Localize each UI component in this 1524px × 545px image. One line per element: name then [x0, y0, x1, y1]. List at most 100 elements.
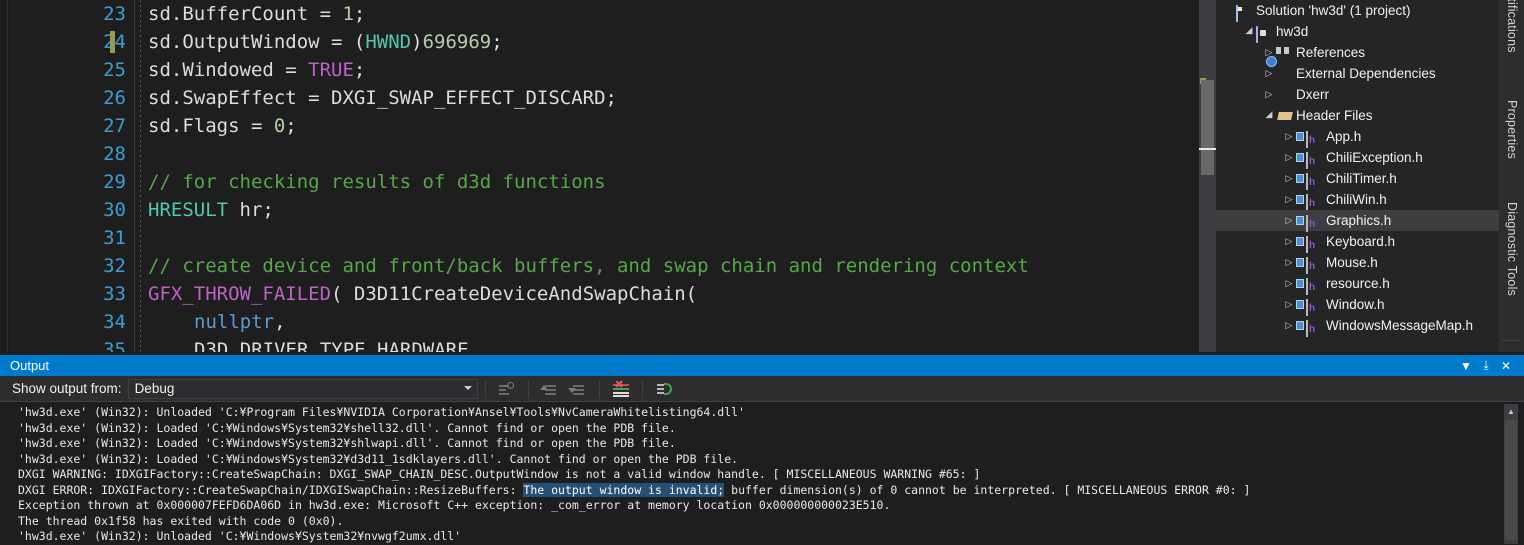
- line-number: 32: [103, 255, 126, 277]
- code-editor[interactable]: 23 24 25 26 27 28 29 30 31 32 33 34 35 sd.BufferCoun…: [0, 0, 1216, 352]
- source-control-icon: [1296, 321, 1304, 330]
- code-line[interactable]: sd.OutputWindow = (HWND)696969;: [140, 28, 1216, 56]
- solution-explorer-item[interactable]: ChiliException.h: [1216, 147, 1499, 169]
- solution-icon: [1236, 3, 1252, 22]
- solution-explorer-item[interactable]: WindowsMessageMap.h: [1216, 315, 1499, 337]
- chevron-right-icon[interactable]: [1282, 147, 1296, 168]
- output-text-segment: 'hw3d.exe' (Win32): Loaded 'C:¥Windows¥S…: [18, 436, 676, 450]
- solution-explorer-item[interactable]: Mouse.h: [1216, 252, 1499, 274]
- output-line[interactable]: 'hw3d.exe' (Win32): Unloaded 'C:¥Program…: [18, 405, 1498, 421]
- code-line[interactable]: nullptr,: [140, 308, 1216, 336]
- code-line[interactable]: [140, 140, 1216, 168]
- code-line[interactable]: sd.Windowed = TRUE;: [140, 56, 1216, 84]
- chevron-right-icon[interactable]: [1282, 231, 1296, 252]
- chevron-right-icon[interactable]: [1282, 294, 1296, 315]
- project-icon-glyph: [1256, 26, 1258, 43]
- output-dropdown-button[interactable]: ▼: [1456, 356, 1476, 376]
- output-line[interactable]: 'hw3d.exe' (Win32): Loaded 'C:¥Windows¥S…: [18, 436, 1498, 452]
- solution-explorer-item[interactable]: App.h: [1216, 126, 1499, 148]
- find-message-icon[interactable]: [496, 379, 518, 399]
- source-control-icon: [1296, 216, 1304, 225]
- output-text-segment: 'hw3d.exe' (Win32): Unloaded 'C:¥Windows…: [18, 529, 462, 543]
- output-line[interactable]: 'hw3d.exe' (Win32): Loaded 'C:¥Windows¥S…: [18, 452, 1498, 468]
- solution-explorer-item[interactable]: External Dependencies: [1216, 63, 1499, 84]
- solution-explorer-item[interactable]: Header Files: [1216, 105, 1499, 126]
- output-title-bar[interactable]: Output ▼ ⤓ ✕: [0, 355, 1524, 376]
- chevron-right-icon[interactable]: [1282, 168, 1296, 189]
- chevron-right-icon[interactable]: [1262, 84, 1276, 105]
- output-line[interactable]: The thread 0x1f58 has exited with code 0…: [18, 514, 1498, 530]
- chevron-right-icon[interactable]: [1282, 210, 1296, 231]
- clear-all-icon[interactable]: ✖: [610, 379, 632, 399]
- chevron-down-icon[interactable]: [1242, 21, 1256, 42]
- code-line[interactable]: GFX_THROW_FAILED( D3D11CreateDeviceAndSw…: [140, 280, 1216, 308]
- chevron-right-icon[interactable]: [1282, 126, 1296, 147]
- code-token: 696969: [422, 31, 492, 53]
- solution-explorer-panel[interactable]: Solution 'hw3d' (1 project) hw3d Reference…: [1216, 0, 1499, 352]
- chevron-right-icon[interactable]: [1282, 273, 1296, 294]
- solution-explorer-item[interactable]: Solution 'hw3d' (1 project): [1216, 0, 1499, 22]
- solution-explorer-item[interactable]: References: [1216, 42, 1499, 63]
- output-line[interactable]: 'hw3d.exe' (Win32): Unloaded 'C:¥Windows…: [18, 529, 1498, 545]
- output-vertical-scrollbar[interactable]: ▲: [1504, 404, 1518, 544]
- solution-explorer-item[interactable]: ChiliWin.h: [1216, 189, 1499, 211]
- code-line[interactable]: sd.SwapEffect = DXGI_SWAP_EFFECT_DISCARD…: [140, 84, 1216, 112]
- code-line[interactable]: sd.BufferCount = 1;: [140, 0, 1216, 28]
- solution-explorer-item[interactable]: Window.h: [1216, 294, 1499, 316]
- vertical-tab-diagnostic-tools[interactable]: Diagnostic Tools: [1499, 198, 1524, 338]
- output-toolbar[interactable]: Show output from: Debug ✖: [0, 376, 1524, 401]
- chevron-right-icon[interactable]: [1282, 189, 1296, 210]
- code-line[interactable]: [140, 224, 1216, 252]
- output-line[interactable]: DXGI WARNING: IDXGIFactory::CreateSwapCh…: [18, 467, 1498, 483]
- toolbar-separator: [641, 379, 643, 398]
- editor-scrollbar-thumb[interactable]: [1201, 80, 1214, 175]
- chevron-right-icon[interactable]: [1282, 315, 1296, 336]
- solution-explorer-item[interactable]: Graphics.h: [1216, 210, 1499, 232]
- output-text-area[interactable]: 'hw3d.exe' (Win32): Unloaded 'C:¥Program…: [0, 401, 1524, 545]
- line-change-marker: [110, 31, 115, 53]
- editor-vertical-scrollbar[interactable]: [1199, 0, 1216, 352]
- output-line[interactable]: Exception thrown at 0x000007FEFD6DA06D i…: [18, 498, 1498, 514]
- vertical-tab-notifications[interactable]: Notifications: [1499, 0, 1524, 94]
- code-line[interactable]: D3D_DRIVER_TYPE_HARDWARE,: [140, 336, 1216, 352]
- output-tool-window[interactable]: Output ▼ ⤓ ✕ Show output from: Debug ✖ '…: [0, 352, 1524, 545]
- code-line[interactable]: // for checking results of d3d functions: [140, 168, 1216, 196]
- code-token: sd.Windowed =: [148, 59, 309, 81]
- code-token: ,: [274, 311, 286, 333]
- editor-indicator-margin[interactable]: [10, 0, 34, 352]
- code-line[interactable]: HRESULT hr;: [140, 196, 1216, 224]
- go-to-previous-message-icon[interactable]: [539, 379, 561, 399]
- solution-explorer-item[interactable]: Keyboard.h: [1216, 231, 1499, 253]
- go-to-next-message-icon[interactable]: [567, 379, 589, 399]
- solution-explorer-item[interactable]: Dxerr: [1216, 84, 1499, 105]
- solution-explorer-item-label: Keyboard.h: [1326, 234, 1396, 249]
- output-line[interactable]: 'hw3d.exe' (Win32): Loaded 'C:¥Windows¥S…: [18, 421, 1498, 437]
- code-token: GFX_THROW_FAILED: [148, 283, 332, 305]
- code-token: HRESULT: [148, 199, 229, 221]
- chevron-right-icon[interactable]: [1282, 252, 1296, 273]
- code-line[interactable]: // create device and front/back buffers,…: [140, 252, 1216, 280]
- header-file-icon-glyph: [1306, 152, 1308, 169]
- output-close-button[interactable]: ✕: [1496, 356, 1516, 376]
- vertical-tab-properties[interactable]: Properties: [1499, 96, 1524, 196]
- output-scrollbar-thumb[interactable]: [1505, 420, 1517, 540]
- output-line[interactable]: DXGI ERROR: IDXGIFactory::CreateSwapChai…: [18, 482, 1498, 499]
- solution-explorer-item[interactable]: hw3d: [1216, 21, 1499, 43]
- header-file-icon-glyph: [1306, 257, 1308, 274]
- scroll-up-arrow-icon[interactable]: ▲: [1504, 404, 1518, 418]
- right-tool-window-tab-strip[interactable]: Notifications Properties Diagnostic Tools: [1499, 0, 1524, 352]
- toggle-word-wrap-icon[interactable]: [653, 379, 675, 399]
- chevron-down-icon[interactable]: [1262, 105, 1276, 126]
- show-output-from-dropdown[interactable]: Debug: [127, 378, 478, 399]
- gutter-separator: [134, 0, 135, 352]
- solution-explorer-item-label: External Dependencies: [1296, 66, 1436, 81]
- folder-icon: [1276, 87, 1292, 102]
- output-pin-button[interactable]: ⤓: [1476, 356, 1496, 376]
- solution-explorer-item[interactable]: ChiliTimer.h: [1216, 168, 1499, 190]
- solution-explorer-item[interactable]: resource.h: [1216, 273, 1499, 295]
- code-text-area[interactable]: sd.BufferCount = 1; sd.OutputWindow = (HW…: [140, 0, 1216, 352]
- line-number: 33: [103, 283, 126, 305]
- solution-explorer-item-label: hw3d: [1276, 24, 1309, 39]
- solution-explorer-item-label: Graphics.h: [1326, 213, 1392, 228]
- code-line[interactable]: sd.Flags = 0;: [140, 112, 1216, 140]
